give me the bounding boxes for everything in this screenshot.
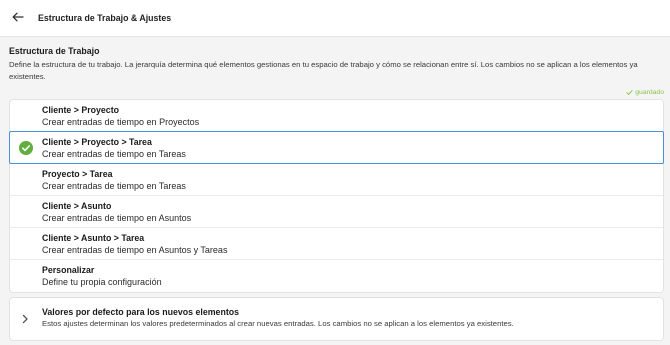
- option-title: Personalizar: [42, 265, 95, 275]
- option-cliente-proyecto[interactable]: Cliente > Proyecto Crear entradas de tie…: [10, 100, 663, 132]
- option-title: Cliente > Asunto > Tarea: [42, 233, 145, 243]
- option-subtitle: Crear entradas de tiempo en Tareas: [42, 181, 186, 191]
- option-cliente-asunto[interactable]: Cliente > Asunto Crear entradas de tiemp…: [10, 196, 663, 228]
- option-cliente-proyecto-tarea[interactable]: Cliente > Proyecto > Tarea Crear entrada…: [9, 131, 664, 164]
- structure-options-list: Cliente > Proyecto Crear entradas de tie…: [9, 99, 664, 293]
- option-subtitle: Crear entradas de tiempo en Tareas: [42, 149, 186, 159]
- option-subtitle: Crear entradas de tiempo en Asuntos: [42, 213, 192, 223]
- back-button[interactable]: [10, 11, 25, 25]
- arrow-left-icon: [12, 9, 24, 27]
- saved-status: guardado: [9, 87, 664, 97]
- option-subtitle: Crear entradas de tiempo en Proyectos: [42, 117, 200, 127]
- section-description: Define la estructura de tu trabajo. La j…: [9, 60, 638, 81]
- option-proyecto-tarea[interactable]: Proyecto > Tarea Crear entradas de tiemp…: [10, 164, 663, 196]
- option-personalizar[interactable]: Personalizar Define tu propia configurac…: [10, 260, 663, 292]
- saved-label: guardado: [635, 88, 664, 96]
- option-title: Cliente > Proyecto: [42, 105, 119, 115]
- main-content: Estructura de Trabajo Define la estructu…: [0, 37, 670, 341]
- section-title: Estructura de Trabajo: [9, 46, 100, 56]
- option-title: Cliente > Asunto: [42, 201, 112, 211]
- chevron-right-icon: [21, 314, 29, 324]
- check-circle-icon: [19, 141, 33, 155]
- defaults-title: Valores por defecto para los nuevos elem…: [42, 307, 240, 317]
- option-cliente-asunto-tarea[interactable]: Cliente > Asunto > Tarea Crear entradas …: [10, 228, 663, 260]
- option-subtitle: Define tu propia configuración: [42, 277, 162, 287]
- page-title: Estructura de Trabajo & Ajustes: [38, 13, 172, 23]
- check-icon: [626, 89, 633, 96]
- option-title: Proyecto > Tarea: [42, 169, 113, 179]
- option-subtitle: Crear entradas de tiempo en Asuntos y Ta…: [42, 245, 228, 255]
- option-title: Cliente > Proyecto > Tarea: [42, 137, 152, 147]
- defaults-section-toggle[interactable]: Valores por defecto para los nuevos elem…: [9, 297, 664, 341]
- defaults-description: Estos ajustes determinan los valores pre…: [42, 319, 514, 328]
- top-bar: Estructura de Trabajo & Ajustes: [0, 0, 670, 37]
